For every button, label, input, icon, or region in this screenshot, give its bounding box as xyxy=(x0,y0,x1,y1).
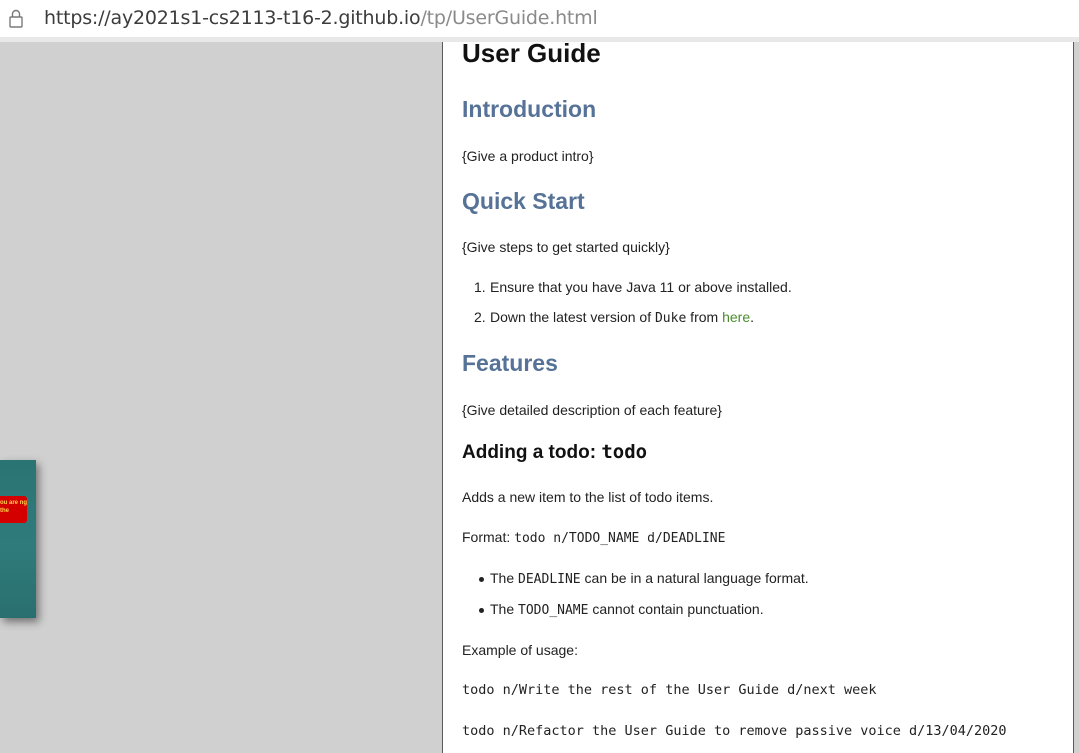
url-text[interactable]: https://ay2021s1-cs2113-t16-2.github.io/… xyxy=(44,7,598,29)
heading-quick-start: Quick Start xyxy=(462,188,585,214)
list-item: The DEADLINE can be in a natural languag… xyxy=(490,570,809,587)
quickstart-text: {Give steps to get started quickly} xyxy=(462,239,670,255)
url-host: https://ay2021s1-cs2113-t16-2.github.io xyxy=(44,7,421,29)
todo-description: Adds a new item to the list of todo item… xyxy=(462,489,714,505)
bullet-marker xyxy=(479,608,484,613)
format-line: Format: todo n/TODO_NAME d/DEADLINE xyxy=(462,529,726,546)
heading-features: Features xyxy=(462,350,558,376)
list-item: Down the latest version of Duke from her… xyxy=(490,309,754,326)
thumbnail-badge: ou are ng the xyxy=(0,496,27,523)
page-title: User Guide xyxy=(462,38,601,68)
step-number: 1. xyxy=(474,279,486,295)
list-item: The TODO_NAME cannot contain punctuation… xyxy=(490,601,764,618)
bullet-marker xyxy=(479,577,484,582)
features-text: {Give detailed description of each featu… xyxy=(462,402,722,418)
url-path: /tp/UserGuide.html xyxy=(420,7,598,29)
intro-text: {Give a product intro} xyxy=(462,148,594,164)
inline-code: Duke xyxy=(654,311,687,326)
heading-introduction: Introduction xyxy=(462,96,597,122)
inline-code: todo xyxy=(601,441,648,463)
step-number: 2. xyxy=(474,309,486,325)
inline-code: DEADLINE xyxy=(518,572,581,587)
inline-code: TODO_NAME xyxy=(518,603,589,618)
example-code: todo n/Refactor the User Guide to remove… xyxy=(462,723,1007,739)
format-code: todo n/TODO_NAME d/DEADLINE xyxy=(514,531,726,546)
download-link[interactable]: here xyxy=(722,309,750,325)
example-label: Example of usage: xyxy=(462,642,578,658)
side-thumbnail[interactable]: ou are ng the xyxy=(0,460,36,618)
list-item: Ensure that you have Java 11 or above in… xyxy=(490,279,792,295)
example-code: todo n/Write the rest of the User Guide … xyxy=(462,682,877,698)
address-bar[interactable]: https://ay2021s1-cs2113-t16-2.github.io/… xyxy=(0,0,1079,37)
document-page: User Guide Introduction {Give a product … xyxy=(442,38,1074,753)
heading-adding-todo: Adding a todo: todo xyxy=(462,441,648,463)
lock-icon xyxy=(9,9,23,28)
